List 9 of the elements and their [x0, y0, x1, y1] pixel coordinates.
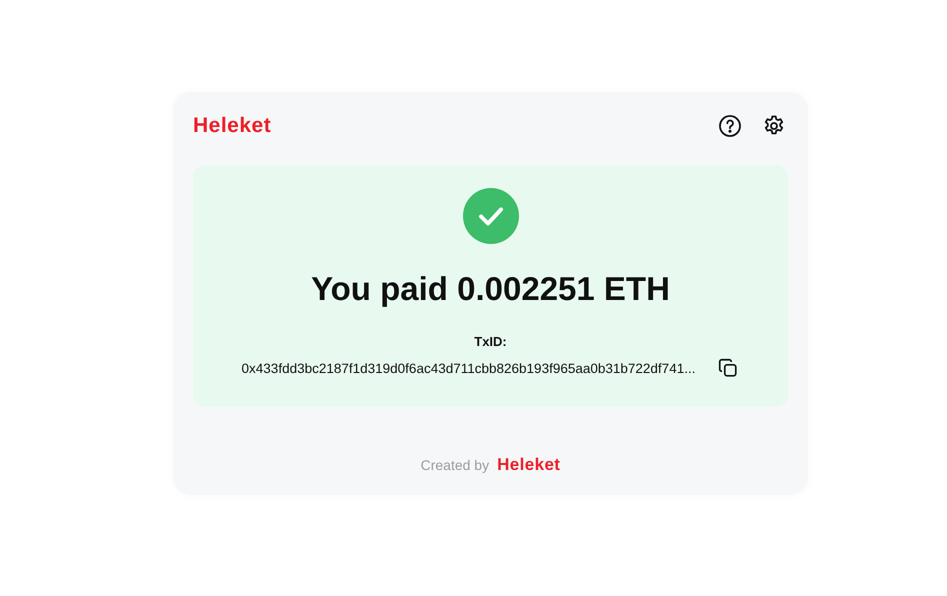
checkmark-icon — [462, 188, 518, 244]
footer-logo[interactable]: Heleket — [497, 455, 560, 475]
txid-label: TxID: — [474, 334, 507, 349]
created-by-label: Created by — [420, 457, 490, 473]
payment-title: You paid 0.002251 ETH — [311, 270, 670, 308]
help-icon[interactable] — [718, 114, 742, 138]
txid-value: 0x433fdd3bc2187f1d319d0f6ac43d711cbb826b193f965aa0b31b722df741... — [242, 360, 696, 376]
copy-icon[interactable] — [717, 357, 740, 379]
logo: Heleket — [193, 114, 272, 138]
